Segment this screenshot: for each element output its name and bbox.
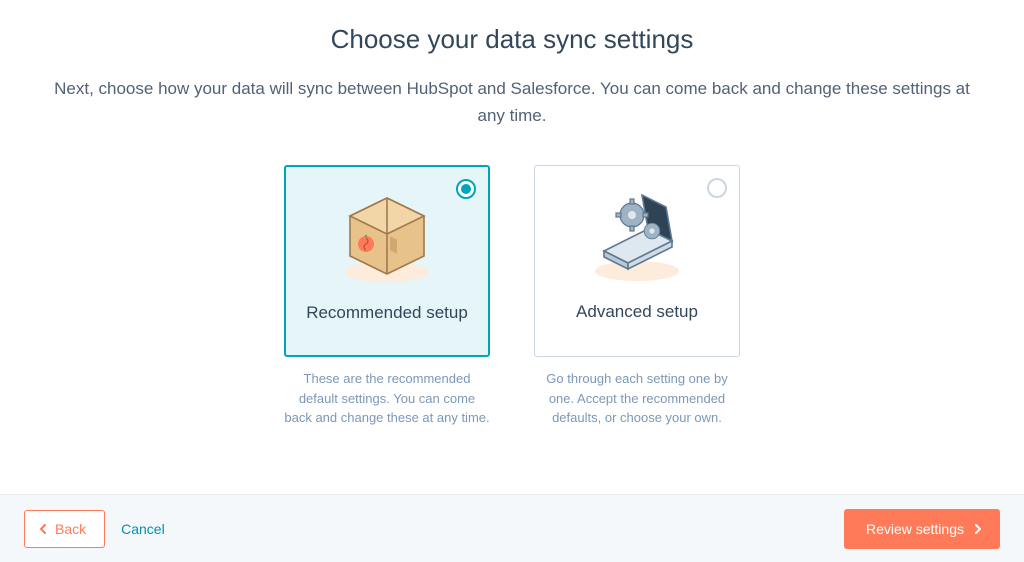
option-description: Go through each setting one by one. Acce…	[534, 369, 740, 428]
main-content: Choose your data sync settings Next, cho…	[0, 0, 1024, 494]
option-cards-row: Recommended setup These are the recommen…	[50, 165, 974, 428]
option-title: Recommended setup	[306, 303, 468, 323]
review-settings-button[interactable]: Review settings	[844, 509, 1000, 549]
back-button-label: Back	[55, 521, 86, 537]
radio-selected-icon	[456, 179, 476, 199]
back-button[interactable]: Back	[24, 510, 105, 548]
box-illustration-icon	[327, 181, 447, 291]
primary-button-label: Review settings	[866, 521, 964, 537]
footer-left-group: Back Cancel	[24, 510, 165, 548]
page-title: Choose your data sync settings	[50, 24, 974, 55]
chevron-left-icon	[39, 522, 47, 536]
option-card-recommended[interactable]: Recommended setup	[284, 165, 490, 357]
option-description: These are the recommended default settin…	[284, 369, 490, 428]
option-title: Advanced setup	[576, 302, 698, 322]
cancel-link[interactable]: Cancel	[121, 521, 165, 537]
page-subtitle: Next, choose how your data will sync bet…	[52, 75, 972, 129]
chevron-right-icon	[974, 522, 982, 536]
option-recommended-column: Recommended setup These are the recommen…	[284, 165, 490, 428]
laptop-gears-illustration-icon	[577, 180, 697, 290]
wizard-footer: Back Cancel Review settings	[0, 494, 1024, 562]
option-advanced-column: Advanced setup Go through each setting o…	[534, 165, 740, 428]
radio-unselected-icon	[707, 178, 727, 198]
option-card-advanced[interactable]: Advanced setup	[534, 165, 740, 357]
